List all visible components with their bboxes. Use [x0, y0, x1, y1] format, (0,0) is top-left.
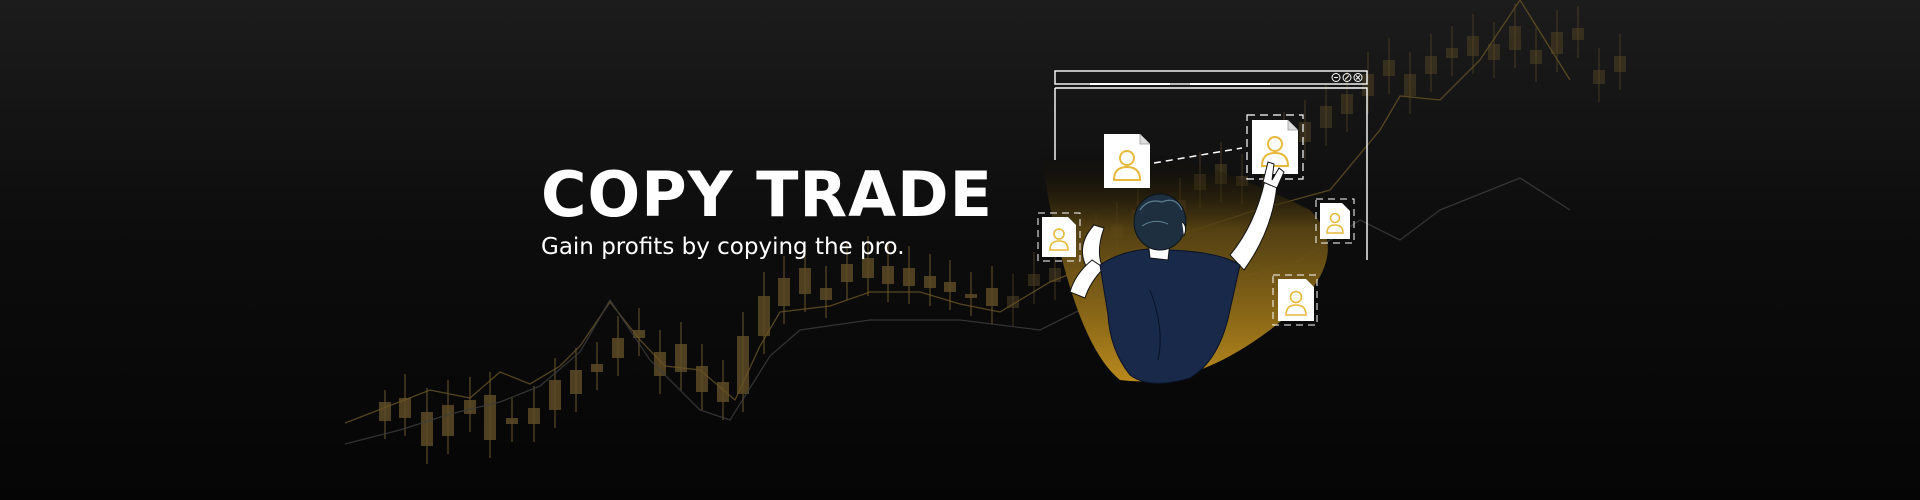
- candle-body: [841, 264, 853, 282]
- candle-body: [717, 382, 729, 402]
- hero-section: COPY TRADE Gain profits by copying the p…: [541, 160, 993, 262]
- hero-title: COPY TRADE: [541, 158, 993, 231]
- candle-body: [1467, 36, 1479, 56]
- candle-body: [442, 405, 454, 436]
- close-icon: [1353, 73, 1363, 82]
- candle-body: [1593, 70, 1605, 84]
- candle-body: [1404, 74, 1416, 96]
- candle-body: [1572, 28, 1584, 40]
- candle-body: [882, 266, 894, 284]
- edit-icon: [1342, 73, 1352, 82]
- user-profile-card: [1104, 134, 1150, 188]
- candle-body: [612, 338, 624, 358]
- candle-body: [379, 402, 391, 421]
- candle-body: [484, 395, 496, 440]
- candle-body: [986, 288, 998, 306]
- candle-body: [758, 296, 770, 336]
- candle-body: [820, 288, 832, 300]
- copy-trade-illustration: [1037, 70, 1368, 384]
- candle-body: [965, 294, 977, 298]
- candle-body: [1551, 32, 1563, 54]
- candle-body: [903, 268, 915, 286]
- minimize-icon: [1331, 73, 1341, 82]
- candle-body: [778, 278, 790, 306]
- candle-body: [528, 408, 540, 424]
- hero-subtitle: Gain profits by copying the pro.: [541, 234, 905, 260]
- candle-body: [924, 276, 936, 288]
- candle-body: [464, 400, 476, 414]
- candle-body: [1425, 56, 1437, 74]
- candle-body: [799, 268, 811, 294]
- candle-body: [421, 412, 433, 446]
- candle-body: [570, 370, 582, 394]
- user-profile-card-selected: [1246, 114, 1304, 180]
- candle-body: [737, 336, 749, 394]
- candle-body: [1509, 26, 1521, 50]
- candle-body: [549, 380, 561, 410]
- candle-body: [591, 364, 603, 372]
- candle-body: [1446, 48, 1458, 58]
- candle-body: [944, 282, 956, 292]
- connector-line: [1153, 147, 1243, 164]
- candle-body: [1530, 50, 1542, 64]
- candle-body: [1614, 56, 1626, 72]
- window-controls: [1331, 73, 1363, 82]
- user-profile-card: [1315, 198, 1355, 244]
- candle-body: [506, 418, 518, 424]
